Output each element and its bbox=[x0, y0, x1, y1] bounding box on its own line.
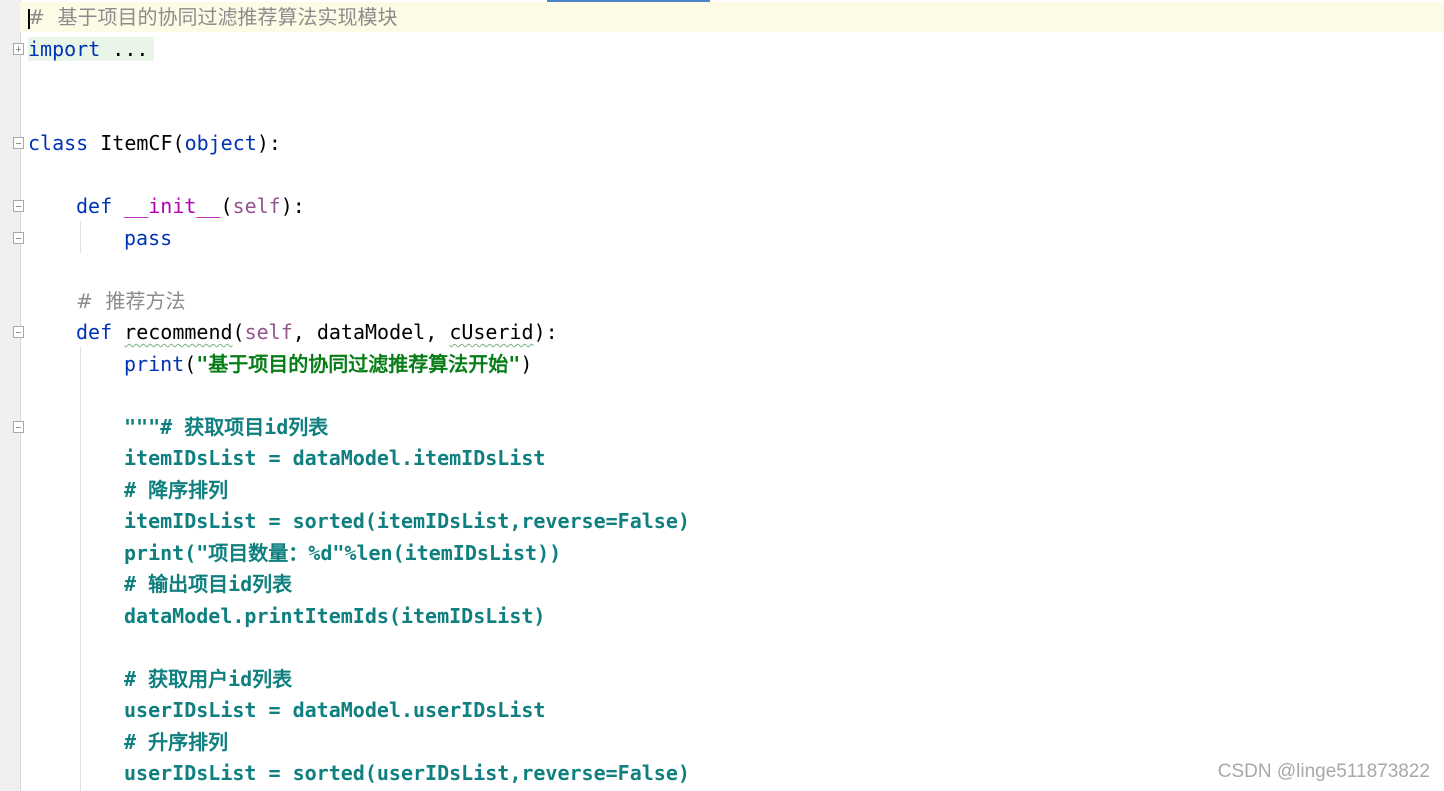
keyword: def bbox=[76, 320, 113, 344]
builtin-name: object bbox=[184, 131, 257, 155]
punct: ( bbox=[232, 320, 245, 344]
code-line-25[interactable]: userIDsList = sorted(userIDsList,reverse… bbox=[124, 758, 690, 788]
punct: ( bbox=[220, 194, 233, 218]
punct: ( bbox=[172, 131, 185, 155]
fold-collapse-icon[interactable] bbox=[13, 137, 24, 149]
code-line-16[interactable]: # 降序排列 bbox=[124, 475, 228, 505]
code-line-17[interactable]: itemIDsList = sorted(itemIDsList,reverse… bbox=[124, 506, 690, 536]
code-line-11[interactable]: def recommend(self, dataModel, cUserid): bbox=[76, 317, 558, 347]
code-line-8[interactable]: pass bbox=[124, 223, 172, 253]
self-param: self bbox=[232, 194, 281, 218]
comment-text: # 推荐方法 bbox=[76, 289, 186, 313]
function-name: __init__ bbox=[124, 194, 221, 218]
watermark-text: CSDN @linge511873822 bbox=[1217, 761, 1430, 782]
code-line-7[interactable]: def __init__(self): bbox=[76, 191, 305, 221]
code-line-23[interactable]: userIDsList = dataModel.userIDsList bbox=[124, 695, 545, 725]
code-line-1[interactable]: # 基于项目的协同过滤推荐算法实现模块 bbox=[20, 2, 1444, 32]
editor-gutter[interactable] bbox=[0, 0, 21, 791]
fold-expand-icon[interactable] bbox=[13, 43, 24, 55]
folded-import-block[interactable]: import ... bbox=[28, 37, 155, 61]
punct: ) bbox=[520, 352, 533, 376]
code-line-14[interactable]: """# 获取项目id列表 bbox=[124, 412, 328, 442]
keyword: def bbox=[76, 194, 113, 218]
function-name: recommend bbox=[124, 320, 233, 344]
code-line-19[interactable]: # 输出项目id列表 bbox=[124, 569, 292, 599]
class-name: ItemCF bbox=[88, 131, 173, 155]
punct: ): bbox=[533, 320, 558, 344]
code-line-12[interactable]: print("基于项目的协同过滤推荐算法开始") bbox=[124, 349, 532, 379]
code-line-20[interactable]: dataModel.printItemIds(itemIDsList) bbox=[124, 601, 545, 631]
code-line-18[interactable]: print("项目数量：%d"%len(itemIDsList)) bbox=[124, 538, 561, 568]
fold-collapse-icon[interactable] bbox=[13, 200, 24, 212]
keyword: pass bbox=[124, 226, 173, 250]
indent-guide bbox=[80, 347, 81, 791]
builtin-print: print bbox=[124, 352, 185, 376]
self-param: self bbox=[244, 320, 293, 344]
params: , dataModel, bbox=[292, 320, 450, 344]
param-typo: cUserid bbox=[449, 320, 534, 344]
code-line-22[interactable]: # 获取用户id列表 bbox=[124, 664, 292, 694]
indent-guide bbox=[80, 221, 81, 253]
string-literal: "基于项目的协同过滤推荐算法开始" bbox=[196, 352, 521, 376]
keyword: class bbox=[28, 131, 89, 155]
punct: ( bbox=[184, 352, 197, 376]
punct: ): bbox=[256, 131, 281, 155]
code-line-5[interactable]: class ItemCF(object): bbox=[28, 128, 281, 158]
keyword: import bbox=[28, 37, 101, 61]
folded-placeholder: ... bbox=[100, 37, 149, 61]
code-line-24[interactable]: # 升序排列 bbox=[124, 727, 228, 757]
code-line-15[interactable]: itemIDsList = dataModel.itemIDsList bbox=[124, 443, 545, 473]
fold-collapse-icon[interactable] bbox=[13, 421, 24, 433]
code-line-2[interactable]: import ... bbox=[28, 34, 155, 64]
fold-collapse-icon[interactable] bbox=[13, 326, 24, 338]
fold-end-icon[interactable] bbox=[13, 232, 24, 244]
punct: ): bbox=[280, 194, 305, 218]
code-line-10[interactable]: # 推荐方法 bbox=[76, 286, 185, 316]
comment-text: # 基于项目的协同过滤推荐算法实现模块 bbox=[28, 5, 398, 29]
